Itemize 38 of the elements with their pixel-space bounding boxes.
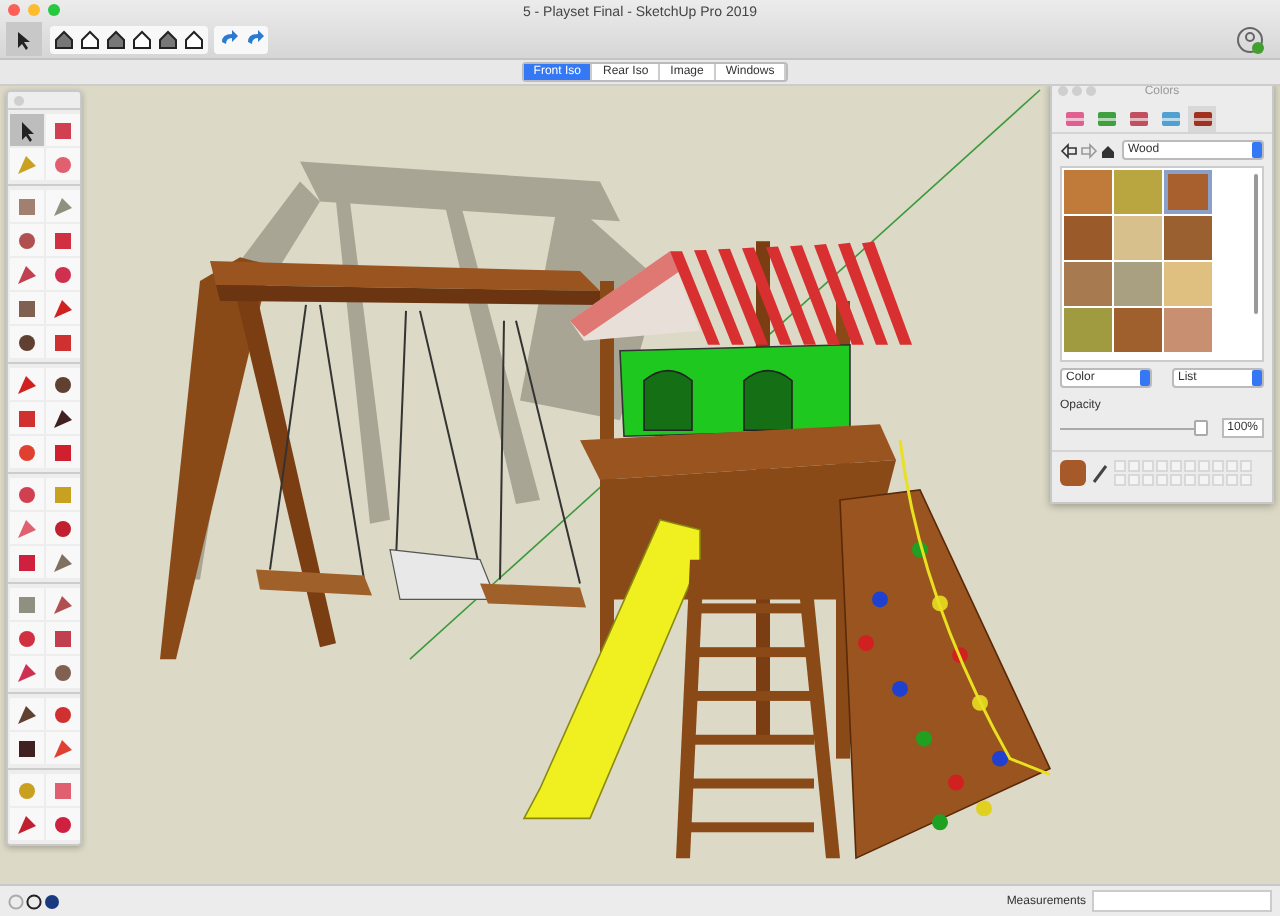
tool-icon[interactable] xyxy=(10,732,44,764)
navigation-icon[interactable] xyxy=(1060,141,1116,159)
toolbar-icon[interactable] xyxy=(6,22,42,56)
measurements-field[interactable] xyxy=(1092,890,1272,912)
account-icon[interactable] xyxy=(1236,25,1264,53)
material-swatch[interactable] xyxy=(1164,216,1212,260)
current-color-swatch[interactable] xyxy=(1060,460,1086,486)
toolbar-icon[interactable] xyxy=(52,27,76,51)
eyedropper-icon[interactable] xyxy=(1092,463,1108,483)
tool-icon[interactable] xyxy=(10,326,44,358)
material-swatch[interactable] xyxy=(1164,170,1212,214)
material-swatch[interactable] xyxy=(1164,308,1212,352)
toolbar-icon[interactable] xyxy=(78,27,102,51)
color-mode-tab[interactable] xyxy=(1092,106,1120,132)
material-swatch[interactable] xyxy=(1114,216,1162,260)
toolbar-icon[interactable] xyxy=(130,27,154,51)
color-mode-tab[interactable] xyxy=(1188,106,1216,132)
material-swatch[interactable] xyxy=(1064,170,1112,214)
material-swatch[interactable] xyxy=(1064,216,1112,260)
color-mode-tab[interactable] xyxy=(1156,106,1184,132)
tool-icon[interactable] xyxy=(46,402,80,434)
tool-icon[interactable] xyxy=(10,114,44,146)
material-swatch[interactable] xyxy=(1064,308,1112,352)
material-swatch[interactable] xyxy=(1064,262,1112,306)
material-swatch[interactable] xyxy=(1164,262,1212,306)
color-mode-tab[interactable] xyxy=(1124,106,1152,132)
toolbar-icon[interactable] xyxy=(156,27,180,51)
tool-icon[interactable] xyxy=(46,368,80,400)
toolbar-icon[interactable] xyxy=(182,27,206,51)
zoom-button[interactable] xyxy=(48,4,60,16)
material-swatch[interactable] xyxy=(1114,308,1162,352)
material-swatch[interactable] xyxy=(1114,262,1162,306)
tool-icon[interactable] xyxy=(10,698,44,730)
toolbar-icon[interactable] xyxy=(104,27,128,51)
color-mode-tab[interactable] xyxy=(1060,106,1088,132)
close-button[interactable] xyxy=(8,4,20,16)
material-swatch[interactable] xyxy=(1114,170,1162,214)
scrollbar[interactable] xyxy=(1254,174,1258,314)
